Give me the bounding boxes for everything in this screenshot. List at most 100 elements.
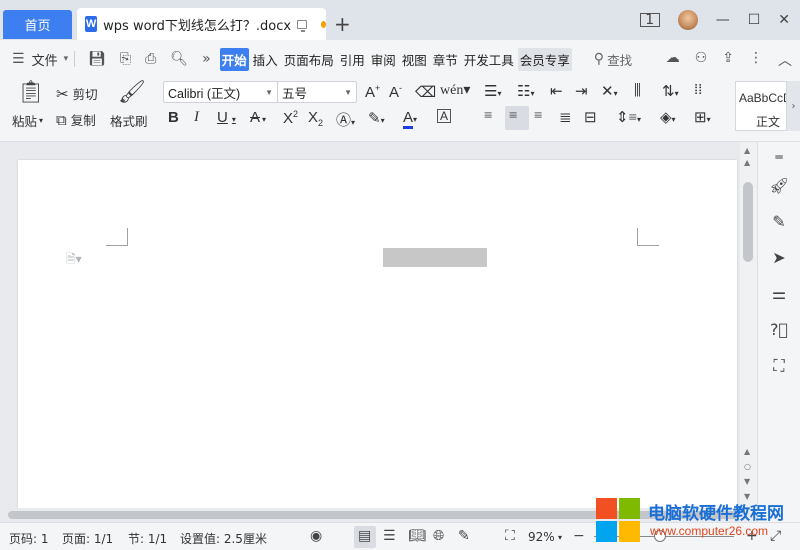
user-avatar[interactable] (677, 10, 698, 30)
tab-references[interactable]: 引用 (338, 48, 367, 71)
scroll-up-icon[interactable]: ▲ (744, 146, 750, 155)
pen-icon[interactable]: ✎ (769, 212, 789, 231)
underline-icon[interactable]: U ▾ (217, 109, 236, 126)
tab-insert[interactable]: 插入 (251, 48, 280, 71)
italic-icon[interactable]: I (194, 109, 199, 126)
bold-icon[interactable]: B (168, 109, 179, 126)
share-icon[interactable]: ⇪ (722, 50, 734, 70)
paragraph-mark-icon[interactable]: 🗎︎▾ (66, 250, 82, 271)
print-icon[interactable]: ⎙ (145, 51, 156, 67)
monitor-icon (297, 19, 307, 32)
more-commands-icon[interactable]: » (202, 51, 211, 67)
close-icon[interactable]: ✕ (778, 12, 790, 28)
format-painter-icon[interactable]: 🖌︎ (118, 80, 146, 105)
search-command[interactable]: ⚲ 查找 (594, 50, 632, 69)
tab-review[interactable]: 审阅 (369, 48, 398, 71)
justify-icon[interactable]: ≣ (559, 108, 572, 127)
page-status[interactable]: 页面: 1/1 (62, 530, 113, 547)
document-page[interactable]: 🗎︎▾ (18, 160, 737, 508)
text-direction-icon[interactable]: ⫼ (634, 82, 641, 100)
vertical-scrollbar[interactable]: ▲ ▲ ▲ ○ ▼ ▼ (740, 142, 757, 508)
align-center-icon[interactable]: ≡ (509, 108, 517, 125)
page-code-status[interactable]: 页码: 1 (9, 530, 49, 547)
increase-indent-icon[interactable]: ⇥ (575, 82, 588, 101)
highlight-icon[interactable]: ✎▾ (368, 109, 385, 128)
font-name-select[interactable]: Calibri (正文) ▼ (163, 81, 278, 103)
align-left-icon[interactable]: ≡ (484, 108, 492, 125)
distribute-icon[interactable]: ⊟ (584, 108, 597, 127)
fit-page-icon[interactable]: ⛶ (505, 528, 515, 544)
cut-button[interactable]: ✂ 剪切 (56, 84, 98, 103)
tab-developer[interactable]: 开发工具 (462, 48, 516, 71)
strikethrough-icon[interactable]: A ▾ (250, 109, 266, 126)
eye-protection-icon[interactable]: ◉ (310, 528, 322, 544)
style-gallery[interactable]: AaBbCcDd 正文 (735, 81, 787, 131)
page-view-icon[interactable]: ▤ (358, 528, 371, 544)
phonetic-guide-icon[interactable]: wén▾ (440, 82, 470, 99)
shading-icon[interactable]: ◈▾ (660, 108, 676, 127)
font-size-select[interactable]: 五号 ▼ (277, 81, 357, 103)
text-effect-icon[interactable]: Ⓐ▾ (336, 109, 355, 130)
home-tab[interactable]: 首页 (3, 10, 72, 39)
reading-view-icon[interactable]: 📖︎ (408, 528, 426, 544)
format-painter-label[interactable]: 格式刷 (110, 111, 148, 130)
print-preview-icon[interactable]: 🔍︎ (170, 51, 188, 67)
paste-icon[interactable]: 📋︎ (17, 80, 45, 105)
file-menu[interactable]: 文件 ▾ (32, 50, 69, 69)
character-border-icon[interactable]: A (437, 109, 452, 123)
tab-member[interactable]: 会员专享 (517, 47, 572, 71)
show-marks-icon[interactable]: ⁞⁞ (694, 82, 702, 99)
tab-page-layout[interactable]: 页面布局 (282, 48, 336, 71)
shrink-font-icon[interactable]: A- (389, 83, 402, 101)
prev-page-icon[interactable]: ▲ (744, 447, 750, 456)
subscript-icon[interactable]: X2 (308, 109, 323, 128)
cursor-icon[interactable]: ➤ (769, 248, 789, 267)
font-color-icon[interactable]: A▾ (403, 109, 417, 129)
next-page-icon[interactable]: ▼ (744, 477, 750, 486)
style-gallery-more-icon[interactable]: › (787, 81, 800, 131)
superscript-icon[interactable]: X2 (283, 109, 298, 127)
bullet-list-icon[interactable]: ☰▾ (484, 82, 501, 101)
section-status[interactable]: 节: 1/1 (128, 530, 167, 547)
scroll-up-icon[interactable]: ▲ (744, 158, 750, 167)
zoom-out-icon[interactable]: − (573, 528, 585, 544)
zoom-level[interactable]: 92% (528, 530, 555, 544)
tab-chapter[interactable]: 章节 (431, 48, 460, 71)
numbered-list-icon[interactable]: ☷▾ (517, 82, 534, 101)
copy-button[interactable]: ⧉ 复制 (56, 110, 96, 129)
more-icon[interactable]: ⋮ (749, 50, 763, 70)
rocket-icon[interactable]: 🚀︎ (769, 176, 789, 195)
cloud-sync-icon[interactable]: ☁ (666, 50, 680, 70)
collapse-ribbon-icon[interactable]: ︿ (778, 50, 792, 70)
sort-icon[interactable]: ⇅▾ (662, 82, 679, 101)
sliders-icon[interactable]: ⚌ (769, 284, 789, 303)
vertical-scroll-thumb[interactable] (743, 182, 753, 262)
setting-status[interactable]: 设置值: 2.5厘米 (180, 530, 267, 547)
maximize-icon[interactable]: ☐ (748, 12, 761, 28)
chinese-layout-icon[interactable]: ✕▾ (601, 82, 618, 101)
collaborate-icon[interactable]: ⚇ (695, 50, 708, 70)
write-mode-icon[interactable]: ✎ (458, 528, 470, 544)
tab-home[interactable]: 开始 (219, 47, 249, 71)
save-icon[interactable]: 💾︎ (88, 51, 106, 67)
new-tab-button[interactable]: + (334, 12, 351, 36)
line-spacing-icon[interactable]: ⇕≡▾ (616, 108, 641, 127)
tab-view[interactable]: 视图 (400, 48, 429, 71)
paste-button[interactable]: 粘贴 ▾ (12, 111, 43, 130)
borders-icon[interactable]: ⊞▾ (694, 108, 711, 127)
select-browse-icon[interactable]: ○ (744, 462, 751, 471)
document-tab[interactable]: W wps word下划线怎么打？.docx (77, 8, 326, 40)
hamburger-menu-icon[interactable]: ☰ (12, 51, 25, 67)
window-count-icon[interactable]: 1 (639, 13, 660, 27)
minimize-icon[interactable]: — (716, 12, 730, 28)
chevron-down-icon[interactable]: ▾ (558, 533, 562, 542)
help-icon[interactable]: ?⃝ (769, 320, 789, 339)
grow-font-icon[interactable]: A+ (365, 83, 380, 101)
export-icon[interactable]: ⎘ (120, 51, 131, 67)
align-right-icon[interactable]: ≡ (534, 108, 542, 125)
image-tools-icon[interactable]: ⛶ (769, 356, 789, 376)
web-view-icon[interactable]: 🌐︎ (433, 528, 444, 544)
clear-format-icon[interactable]: ⌫ (415, 83, 436, 102)
outline-view-icon[interactable]: ☰ (383, 528, 396, 544)
decrease-indent-icon[interactable]: ⇤ (550, 82, 563, 101)
